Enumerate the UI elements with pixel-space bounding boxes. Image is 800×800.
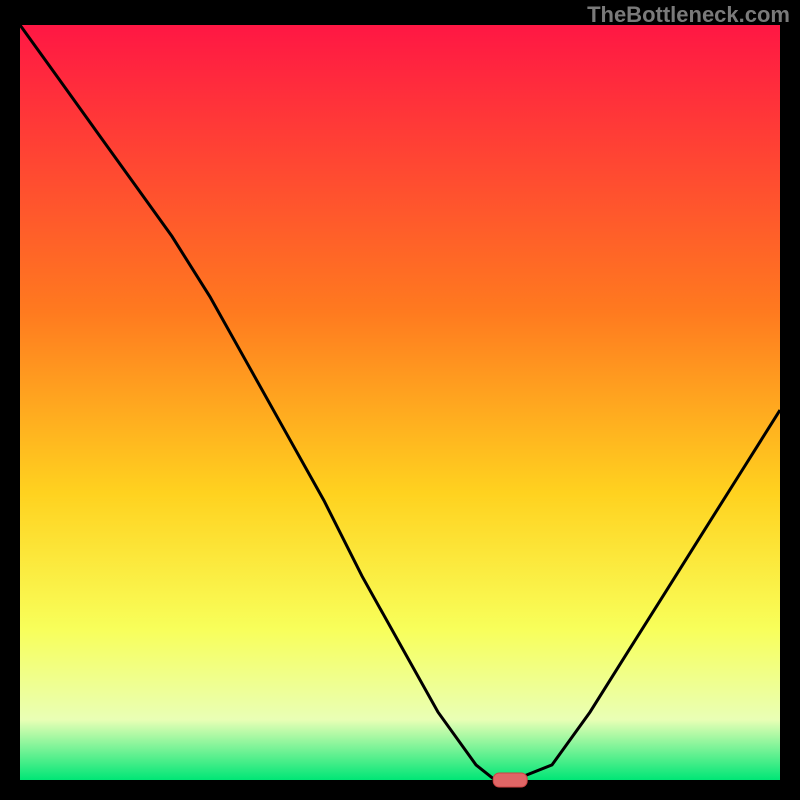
watermark-text: TheBottleneck.com	[587, 2, 790, 28]
optimal-marker	[493, 773, 527, 787]
plot-area	[20, 25, 780, 780]
chart-frame: TheBottleneck.com	[0, 0, 800, 800]
chart-svg	[0, 0, 800, 800]
